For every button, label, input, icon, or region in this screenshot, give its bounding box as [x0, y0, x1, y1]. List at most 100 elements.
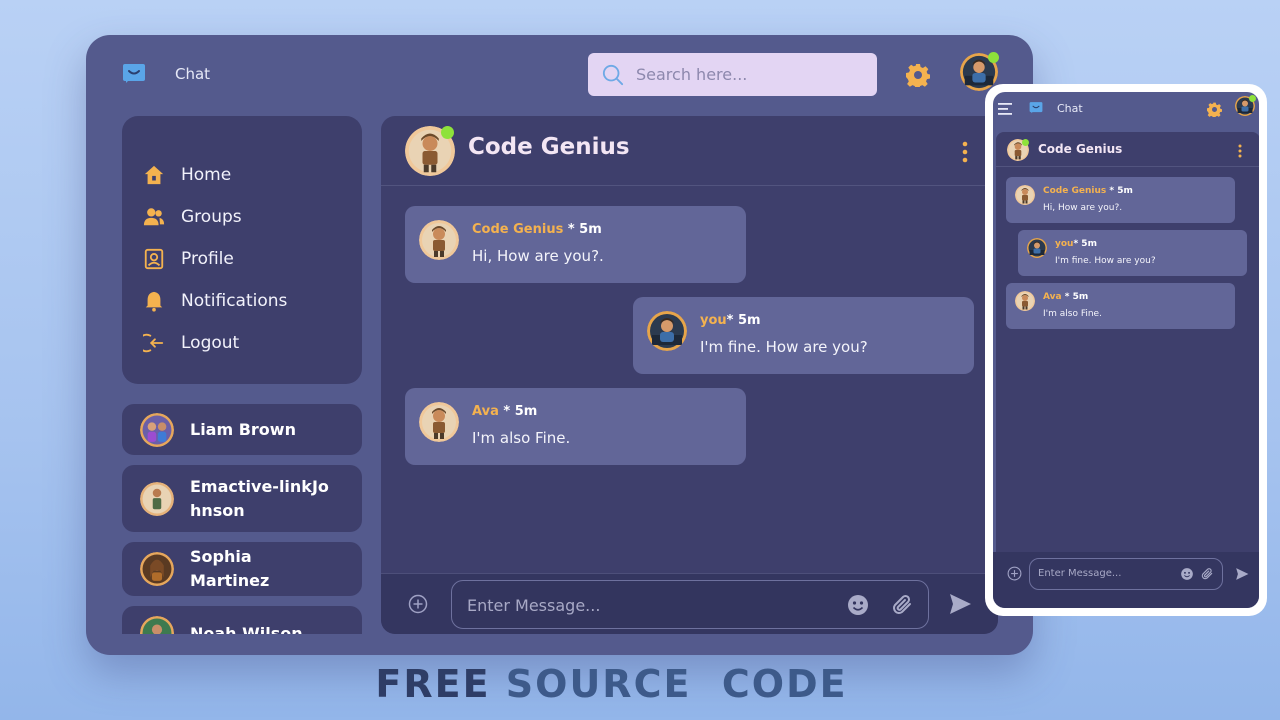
search-input[interactable]: Search here... — [588, 53, 877, 96]
contact-name: Noah Wilson — [190, 624, 303, 634]
chat-header: Code Genius — [381, 116, 998, 186]
app-title: Chat — [1057, 102, 1083, 115]
nav-item-notifications[interactable]: Notifications — [122, 280, 362, 322]
message-input[interactable]: Enter Message... — [1029, 558, 1223, 590]
message-text: I'm also Fine. — [472, 429, 571, 447]
message-time: * 5m — [1106, 186, 1133, 196]
message-bubble: Ava * 5m I'm also Fine. — [1006, 283, 1235, 329]
profile-icon — [144, 248, 164, 270]
contact-item[interactable]: Liam Brown — [122, 404, 362, 455]
chat-panel: Code Genius Code Genius * 5m Hi, How are… — [381, 116, 998, 634]
message-time: * 5m — [563, 222, 602, 237]
mobile-screen: Chat Code Genius Code Genius * 5m Hi, Ho… — [993, 92, 1259, 608]
contact-item[interactable]: Noah Wilson — [122, 606, 362, 634]
nav-item-logout[interactable]: Logout — [122, 322, 362, 364]
message-text: Hi, How are you?. — [472, 247, 604, 265]
online-indicator — [988, 52, 999, 63]
nav-item-groups[interactable]: Groups — [122, 196, 362, 238]
contact-name: Emactive-linkJohnson — [190, 476, 329, 520]
message-avatar — [1027, 238, 1047, 258]
message-avatar — [1015, 185, 1035, 205]
caption-source-code: SOURCE CODE — [505, 662, 848, 706]
user-avatar[interactable] — [1235, 95, 1256, 116]
add-attachment-icon[interactable] — [1007, 566, 1022, 581]
more-options-icon[interactable] — [962, 141, 968, 163]
message-placeholder: Enter Message... — [467, 596, 601, 615]
user-avatar[interactable] — [960, 52, 999, 91]
chat-logo-icon — [1029, 101, 1043, 115]
contact-avatar — [140, 413, 174, 447]
emoji-icon[interactable] — [1180, 567, 1194, 581]
more-options-icon[interactable] — [1238, 144, 1242, 158]
message-input[interactable]: Enter Message... — [451, 580, 929, 629]
bell-icon — [145, 291, 163, 312]
message-author: Code Genius — [472, 222, 564, 237]
nav-label: Notifications — [181, 291, 288, 311]
contact-item[interactable]: Sophia Martinez — [122, 542, 362, 596]
app-title: Chat — [175, 65, 211, 83]
message-bubble: Code Genius * 5m Hi, How are you?. — [1006, 177, 1235, 223]
message-meta: Ava * 5m — [1043, 292, 1088, 302]
emoji-icon[interactable] — [846, 593, 870, 617]
message-avatar — [419, 402, 459, 442]
contact-name: Sophia Martinez — [190, 547, 270, 590]
message-bubble: Ava * 5m I'm also Fine. — [405, 388, 746, 465]
contact-avatar — [140, 482, 174, 516]
send-icon[interactable] — [1235, 567, 1249, 581]
send-icon[interactable] — [948, 592, 972, 616]
paperclip-icon[interactable] — [890, 593, 914, 617]
add-attachment-icon[interactable] — [408, 594, 428, 614]
message-time: * 5m — [1073, 239, 1097, 249]
message-avatar — [647, 311, 687, 351]
message-composer: Enter Message... — [381, 573, 998, 634]
sidebar-nav: Home Groups Profile Notifications Logout — [122, 116, 362, 384]
search-placeholder: Search here... — [636, 65, 748, 84]
home-icon — [144, 165, 164, 185]
chat-avatar — [405, 126, 455, 176]
contact-name: Liam Brown — [190, 419, 296, 439]
nav-item-profile[interactable]: Profile — [122, 238, 362, 280]
nav-label: Groups — [181, 207, 242, 227]
contact-avatar — [140, 616, 174, 634]
message-meta: you* 5m — [1055, 239, 1097, 249]
message-time: * 5m — [726, 313, 761, 328]
message-avatar — [419, 220, 459, 260]
message-text: I'm also Fine. — [1043, 309, 1102, 319]
message-time: * 5m — [498, 404, 538, 419]
chat-avatar — [1007, 139, 1029, 161]
message-bubble: you* 5m I'm fine. How are you? — [633, 297, 974, 374]
nav-label: Profile — [181, 249, 234, 269]
mobile-chat-panel: Code Genius Code Genius * 5m Hi, How are… — [996, 132, 1259, 582]
message-avatar — [1015, 291, 1035, 311]
message-placeholder: Enter Message... — [1038, 568, 1122, 579]
settings-gear-icon[interactable] — [906, 63, 930, 87]
chat-title: Code Genius — [1038, 142, 1123, 156]
settings-gear-icon[interactable] — [1207, 102, 1222, 117]
message-bubble: you* 5m I'm fine. How are you? — [1018, 230, 1247, 276]
message-composer: Enter Message... — [993, 552, 1259, 608]
message-meta: Code Genius * 5m — [1043, 186, 1133, 196]
paperclip-icon[interactable] — [1200, 567, 1214, 581]
online-indicator — [1249, 95, 1256, 102]
logout-icon — [143, 333, 164, 353]
contact-item[interactable]: Emactive-linkJohnson — [122, 465, 362, 532]
message-text: Hi, How are you?. — [1043, 203, 1123, 213]
nav-label: Logout — [181, 333, 240, 353]
message-author: Ava — [472, 404, 499, 419]
nav-item-home[interactable]: Home — [122, 154, 362, 196]
message-text: I'm fine. How are you? — [700, 338, 868, 356]
message-author: Code Genius — [1043, 186, 1107, 196]
groups-icon — [143, 208, 165, 226]
message-author: you — [700, 313, 727, 328]
chat-title: Code Genius — [468, 134, 630, 160]
message-time: * 5m — [1061, 292, 1089, 302]
message-meta: Ava * 5m — [472, 404, 537, 419]
message-meta: you* 5m — [700, 313, 761, 328]
search-icon — [602, 64, 624, 85]
desktop-window: Chat Search here... Home Groups Profile … — [86, 35, 1033, 655]
hamburger-menu-icon[interactable] — [998, 102, 1014, 116]
mobile-frame: Chat Code Genius Code Genius * 5m Hi, Ho… — [985, 84, 1267, 616]
promo-caption: FREE SOURCE CODE — [0, 662, 1223, 706]
online-indicator — [441, 126, 454, 139]
message-meta: Code Genius * 5m — [472, 222, 602, 237]
